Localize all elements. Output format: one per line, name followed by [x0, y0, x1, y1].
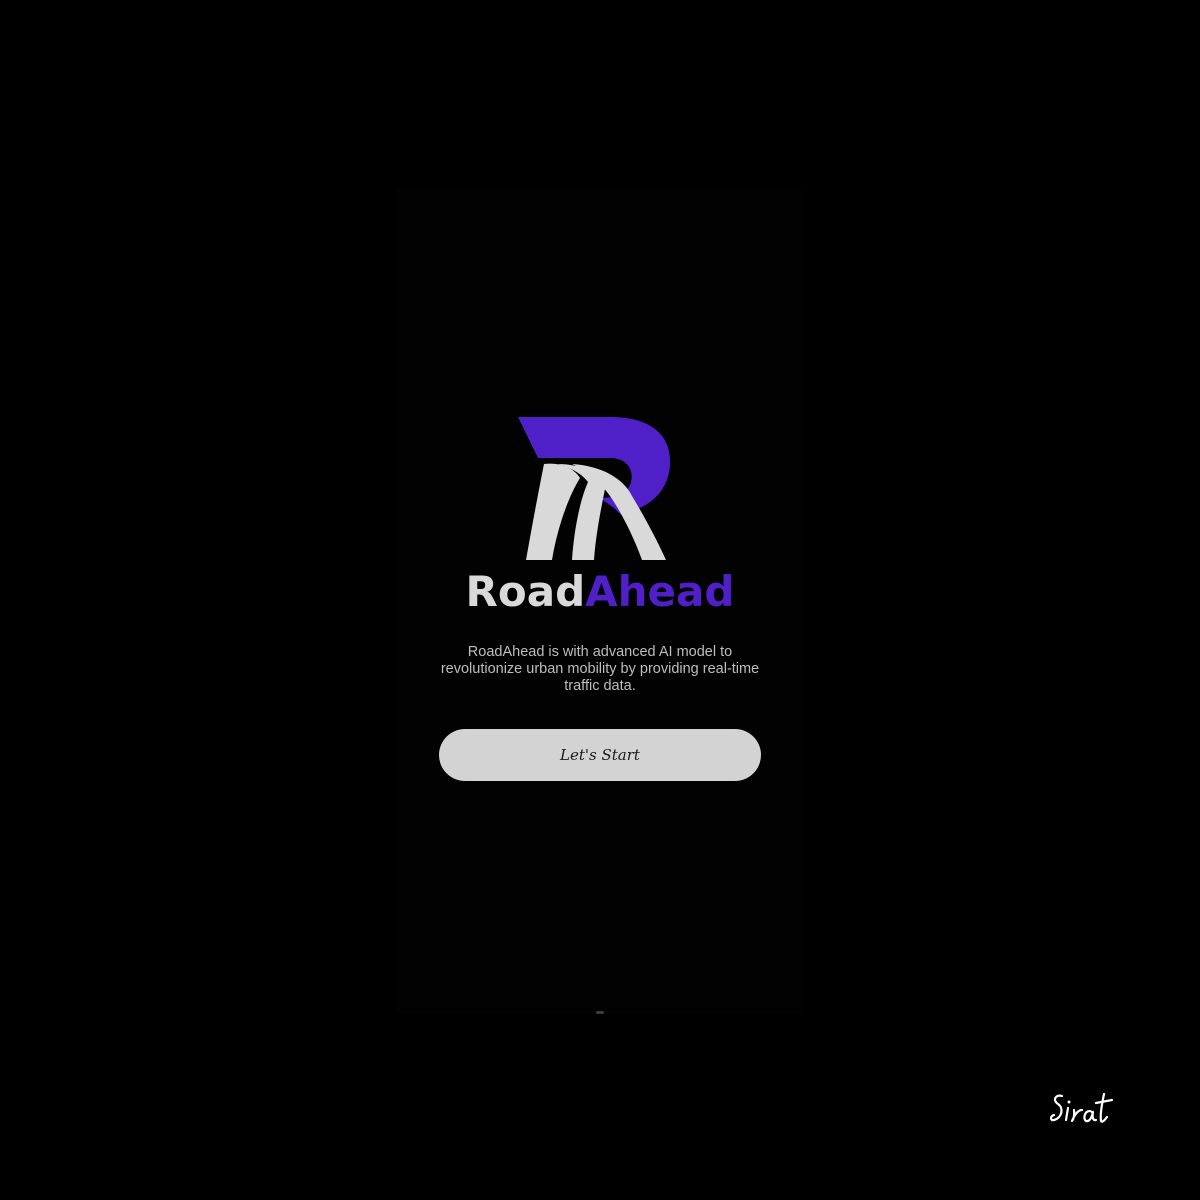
- app-description: RoadAhead is with advanced AI model to r…: [440, 644, 760, 694]
- signature-watermark: [1049, 1092, 1114, 1123]
- app-canvas: RoadAhead RoadAhead is with advanced AI …: [0, 0, 1200, 1200]
- home-indicator: [596, 1011, 604, 1014]
- wordmark-road: Road: [465, 567, 586, 616]
- app-wordmark: RoadAhead: [0, 566, 1200, 618]
- lets-start-button[interactable]: Let's Start: [439, 729, 761, 781]
- road-r-logo-icon: [518, 417, 671, 560]
- wordmark-ahead: Ahead: [585, 567, 735, 616]
